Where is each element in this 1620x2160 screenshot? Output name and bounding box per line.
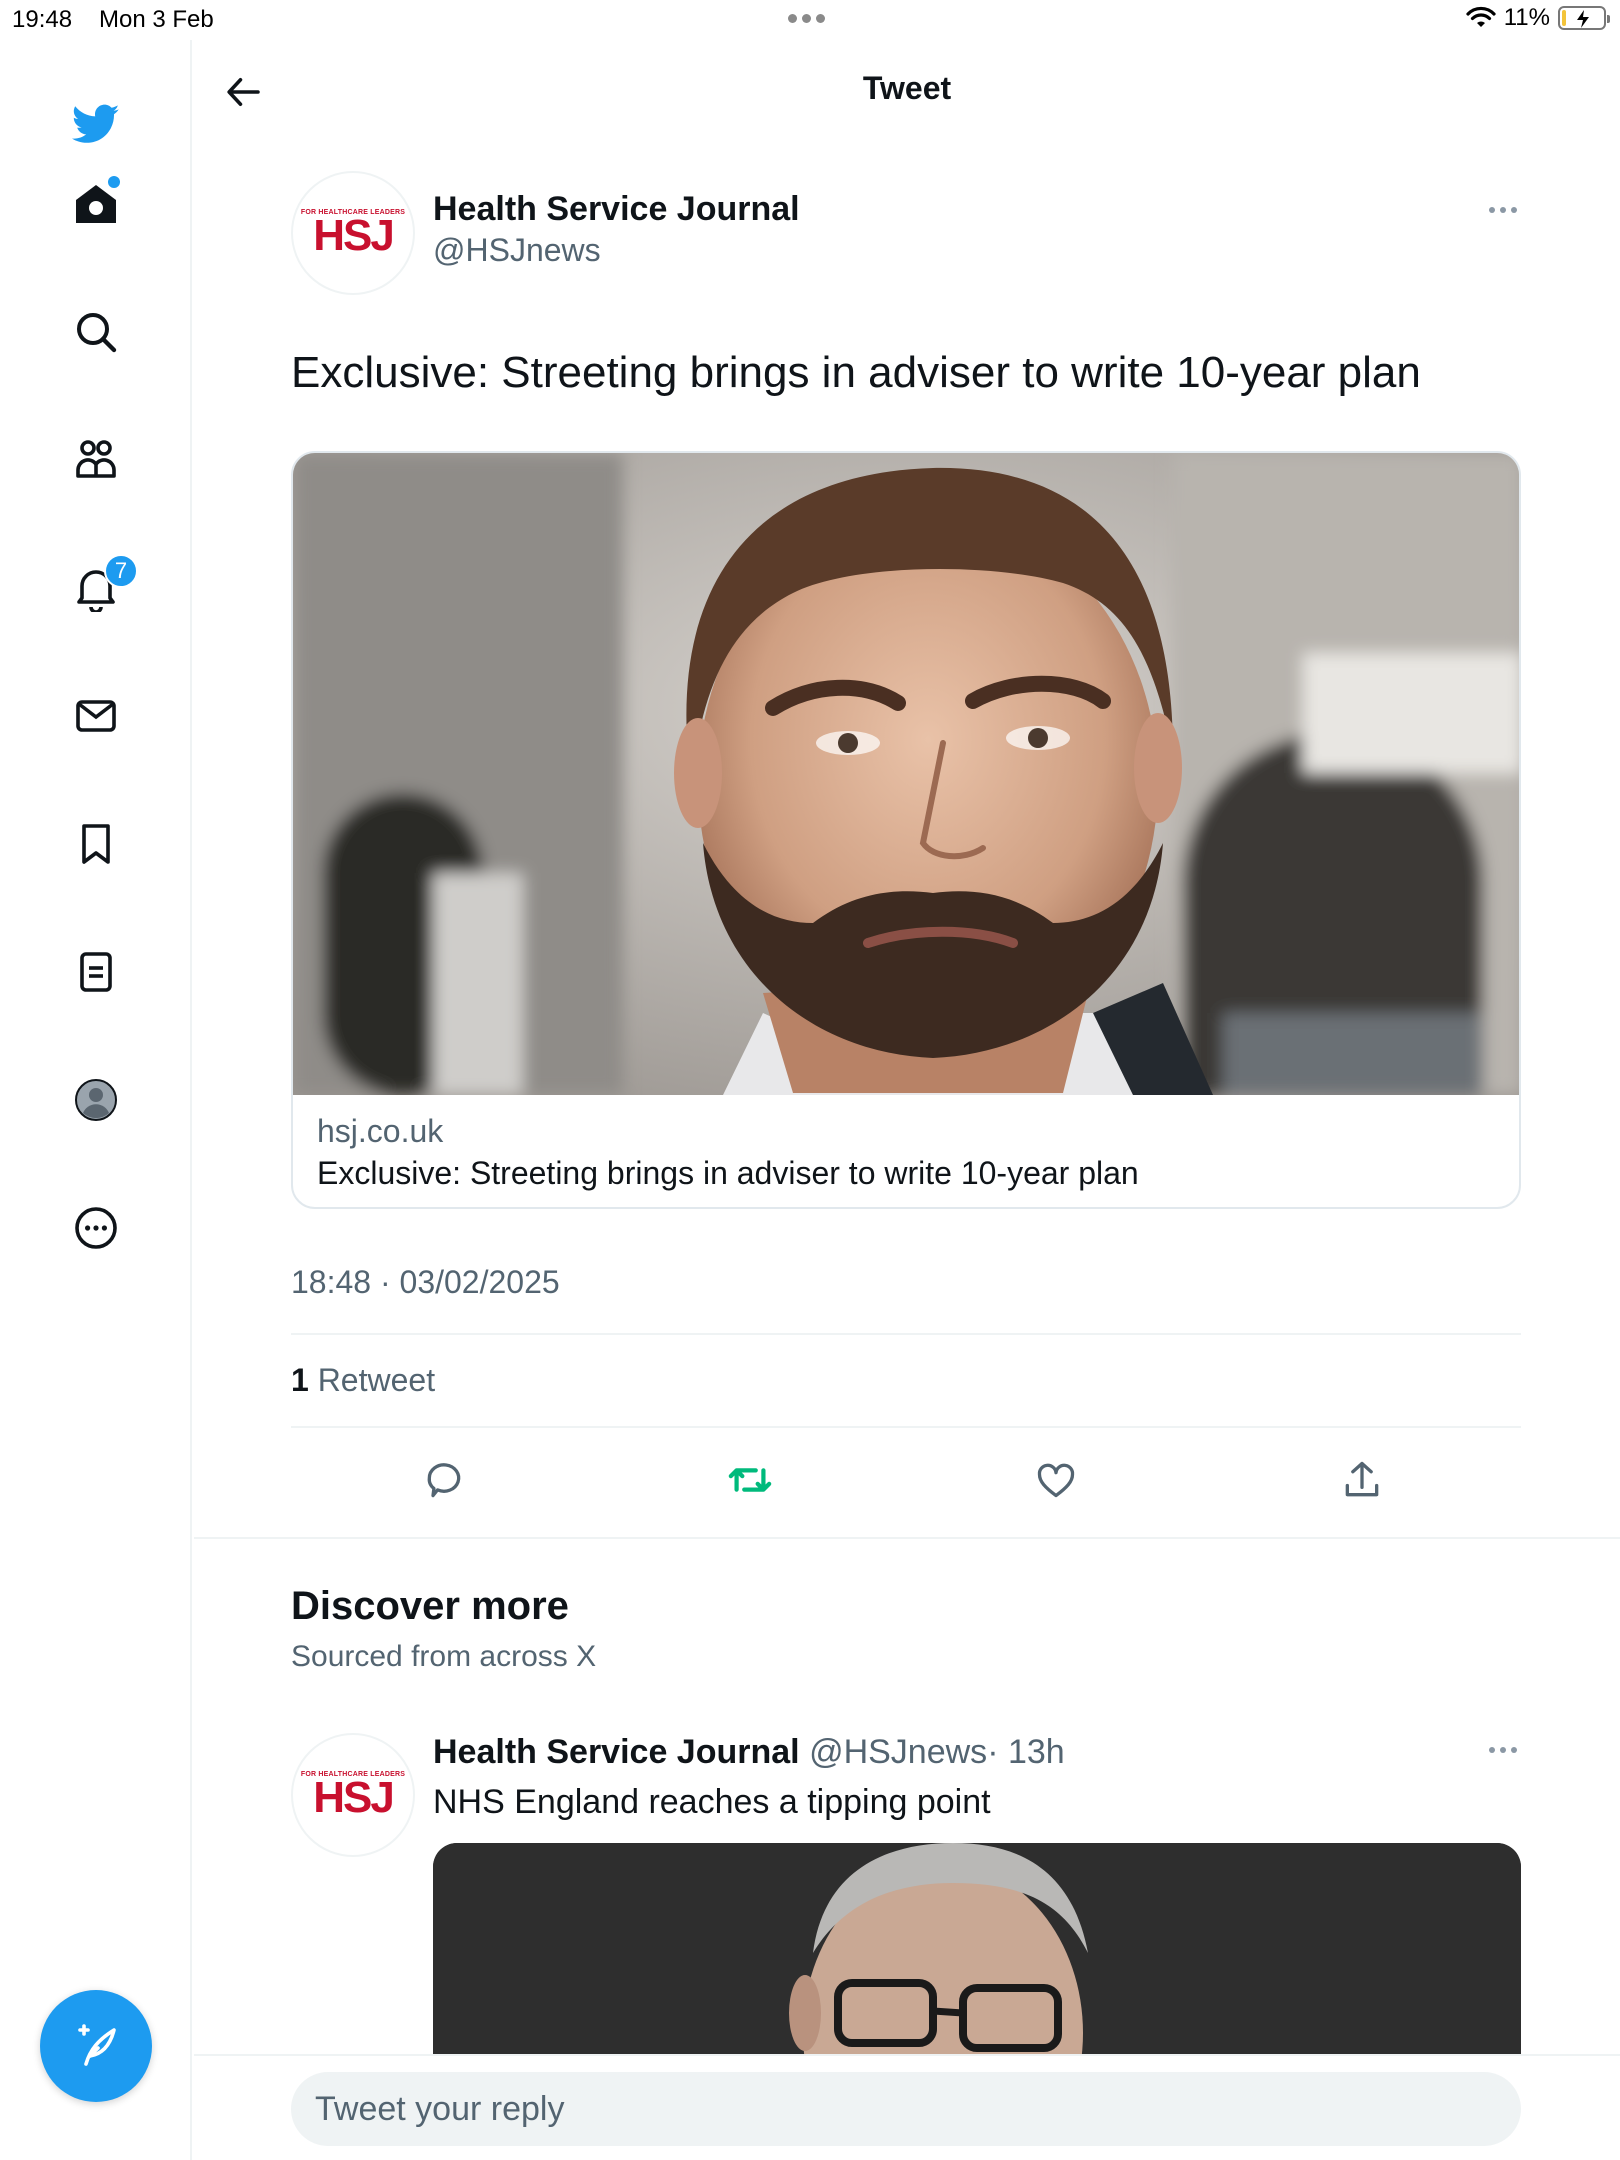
reply-bar: [194, 2054, 1620, 2160]
tweet-more-options-button[interactable]: [1483, 200, 1523, 220]
sidebar-item-explore[interactable]: [62, 298, 130, 366]
rec-tweet-header[interactable]: Health Service Journal @HSJnews· 13h: [433, 1733, 1065, 1772]
reply-bubble-icon: [427, 1463, 461, 1498]
wifi-icon: [1466, 6, 1496, 27]
rec-tweet-text: NHS England reaches a tipping point: [433, 1783, 991, 1821]
sidebar-item-bookmarks[interactable]: [62, 810, 130, 878]
status-indicators: 11%: [1466, 4, 1610, 32]
bookmark-icon: [82, 824, 110, 864]
reply-input[interactable]: [291, 2072, 1521, 2146]
rec-author-name[interactable]: Health Service Journal: [433, 1733, 800, 1771]
card-image: [293, 453, 1519, 1095]
retweet-button[interactable]: [722, 1452, 778, 1508]
rec-author-handle[interactable]: @HSJnews: [809, 1733, 987, 1771]
retweet-icon: [728, 1468, 772, 1492]
tweet-text: Exclusive: Streeting brings in adviser t…: [291, 348, 1421, 397]
top-header: Tweet: [194, 40, 1620, 140]
sidebar-item-home[interactable]: [62, 170, 130, 238]
battery-level: [1562, 10, 1566, 26]
discover-more-subtitle: Sourced from across X: [291, 1640, 597, 1673]
search-icon: [77, 313, 117, 353]
discover-more-heading: Discover more: [291, 1584, 569, 1628]
section-divider: [194, 1537, 1620, 1539]
home-unread-dot: [108, 176, 120, 188]
sidebar-item-notifications[interactable]: 7: [62, 554, 138, 622]
card-title: Exclusive: Streeting brings in adviser t…: [317, 1155, 1139, 1191]
sidebar-item-lists[interactable]: [62, 938, 130, 1006]
status-bar: 19:48 Mon 3 Feb 11%: [0, 0, 1620, 40]
link-card[interactable]: hsj.co.uk Exclusive: Streeting brings in…: [291, 451, 1521, 1209]
status-time: 19:48: [12, 6, 73, 33]
rec-tweet-image[interactable]: [433, 1843, 1521, 2063]
rec-tweet-more-options-button[interactable]: [1483, 1740, 1523, 1760]
divider: [291, 1426, 1521, 1428]
notification-badge: 7: [104, 554, 138, 588]
share-button[interactable]: [1334, 1452, 1390, 1508]
like-button[interactable]: [1028, 1452, 1084, 1508]
mail-icon: [76, 700, 116, 732]
twitter-logo-icon[interactable]: [62, 90, 130, 158]
retweet-count: 1: [291, 1362, 309, 1398]
share-upload-icon: [1345, 1461, 1379, 1497]
page-title: Tweet: [862, 70, 952, 106]
retweet-stat[interactable]: 1 Retweet: [291, 1362, 435, 1399]
tweet-timestamp[interactable]: 18:48 · 03/02/2025: [291, 1264, 560, 1301]
communities-icon: [76, 440, 116, 478]
profile-avatar-icon: [75, 1079, 117, 1121]
status-date: Mon 3 Feb: [99, 6, 214, 33]
author-name[interactable]: Health Service Journal: [433, 190, 800, 229]
battery-percent: 11%: [1503, 4, 1550, 31]
multitasking-dots-icon[interactable]: [788, 14, 825, 23]
sidebar-item-messages[interactable]: [62, 682, 130, 750]
rec-author-avatar[interactable]: FOR HEALTHCARE LEADERS HSJ: [291, 1733, 415, 1857]
hsj-logo: HSJ: [313, 210, 395, 260]
sidebar-item-more[interactable]: [62, 1194, 130, 1262]
reply-button[interactable]: [416, 1452, 472, 1508]
battery-icon: [1558, 6, 1610, 30]
sidebar: 7: [0, 40, 192, 2160]
hsj-logo: HSJ: [313, 1772, 395, 1822]
author-avatar[interactable]: FOR HEALTHCARE LEADERS HSJ: [291, 171, 415, 295]
compose-tweet-button[interactable]: [40, 1990, 152, 2102]
sidebar-item-profile[interactable]: [62, 1066, 130, 1134]
more-circle-icon: [75, 1207, 117, 1249]
sidebar-item-communities[interactable]: [62, 426, 130, 494]
compose-feather-icon: [78, 2024, 116, 2066]
author-handle[interactable]: @HSJnews: [433, 232, 601, 269]
heart-icon: [1037, 1463, 1075, 1498]
list-icon: [80, 952, 112, 992]
card-domain: hsj.co.uk: [317, 1113, 444, 1149]
retweet-label: Retweet: [317, 1362, 436, 1398]
divider: [291, 1333, 1521, 1335]
rec-tweet-time: · 13h: [987, 1733, 1065, 1771]
